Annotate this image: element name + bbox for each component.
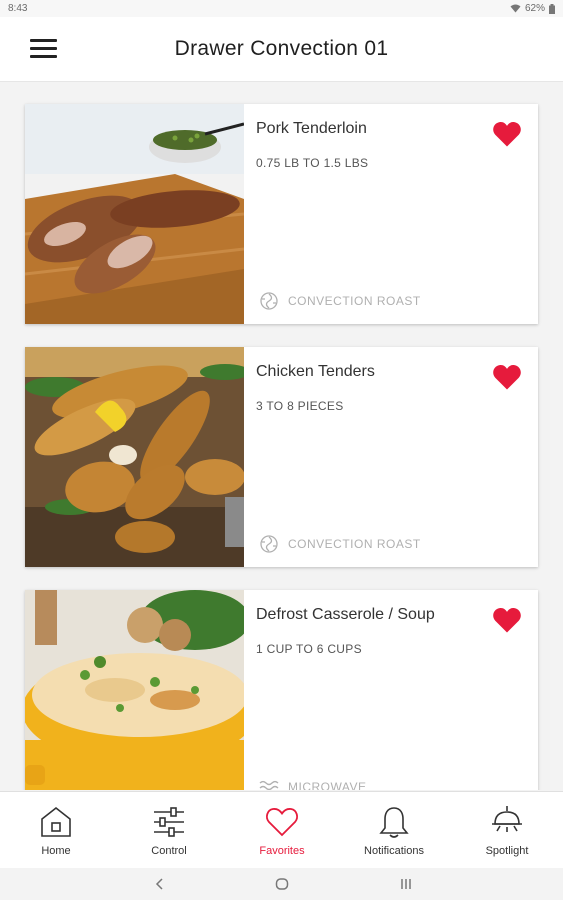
app-bar: Drawer Convection 01 bbox=[0, 17, 563, 82]
recipe-card[interactable]: Pork Tenderloin 0.75 LB TO 1.5 LBS CONVE… bbox=[25, 104, 538, 324]
page-title: Drawer Convection 01 bbox=[174, 37, 389, 60]
recipe-photo bbox=[25, 104, 244, 324]
cooking-mode: MICROWAVE bbox=[258, 776, 367, 790]
home-icon bbox=[41, 806, 71, 837]
recipe-name: Pork Tenderloin bbox=[256, 120, 367, 137]
favorite-heart-icon[interactable] bbox=[492, 606, 522, 634]
microwave-icon bbox=[259, 780, 279, 790]
recipe-card[interactable]: Chicken Tenders 3 TO 8 PIECES CONVECTION… bbox=[25, 347, 538, 567]
system-nav-bar bbox=[0, 868, 563, 900]
bell-icon bbox=[379, 807, 409, 838]
spotlight-icon bbox=[492, 806, 522, 832]
tab-home[interactable]: Home bbox=[0, 792, 112, 869]
cooking-mode: CONVECTION ROAST bbox=[258, 290, 421, 312]
recipe-range: 3 TO 8 PIECES bbox=[256, 399, 344, 413]
tab-label: Favorites bbox=[259, 845, 305, 857]
recipe-list[interactable]: Pork Tenderloin 0.75 LB TO 1.5 LBS CONVE… bbox=[0, 82, 563, 790]
status-time: 8:43 bbox=[8, 3, 28, 14]
recipe-name: Defrost Casserole / Soup bbox=[256, 606, 435, 623]
home-circle-icon bbox=[275, 878, 289, 890]
sliders-icon bbox=[154, 807, 184, 837]
tab-favorites[interactable]: Favorites bbox=[226, 792, 338, 869]
cooking-mode-label: CONVECTION ROAST bbox=[288, 537, 421, 551]
back-button[interactable] bbox=[140, 872, 180, 896]
convection-roast-icon bbox=[260, 292, 278, 310]
tab-spotlight[interactable]: Spotlight bbox=[451, 792, 563, 869]
bottom-tab-bar: Home Control Favorites Notifications Spo… bbox=[0, 791, 563, 869]
tab-label: Home bbox=[41, 845, 71, 857]
heart-icon bbox=[266, 808, 298, 837]
convection-roast-icon bbox=[260, 535, 278, 553]
back-icon bbox=[155, 878, 163, 890]
recipe-card[interactable]: Defrost Casserole / Soup 1 CUP TO 6 CUPS… bbox=[25, 590, 538, 790]
recipe-range: 0.75 LB TO 1.5 LBS bbox=[256, 156, 369, 170]
recents-icon bbox=[401, 879, 411, 889]
status-indicators: 62% bbox=[510, 3, 555, 14]
favorite-heart-icon[interactable] bbox=[492, 363, 522, 391]
recipe-photo bbox=[25, 347, 244, 567]
wifi-icon bbox=[510, 4, 521, 13]
tab-control[interactable]: Control bbox=[113, 792, 225, 869]
cooking-mode-label: CONVECTION ROAST bbox=[288, 294, 421, 308]
tab-label: Spotlight bbox=[485, 845, 529, 857]
battery-percent: 62% bbox=[524, 3, 545, 14]
favorite-heart-icon[interactable] bbox=[492, 120, 522, 148]
recipe-range: 1 CUP TO 6 CUPS bbox=[256, 642, 362, 656]
recipe-photo bbox=[25, 590, 244, 790]
battery-icon bbox=[549, 3, 555, 14]
tab-notifications[interactable]: Notifications bbox=[338, 792, 450, 869]
home-system-button[interactable] bbox=[262, 872, 302, 896]
cooking-mode: CONVECTION ROAST bbox=[258, 533, 421, 555]
status-bar: 8:43 62% bbox=[0, 0, 563, 17]
recents-button[interactable] bbox=[386, 872, 426, 896]
recipe-name: Chicken Tenders bbox=[256, 363, 375, 380]
cooking-mode-label: MICROWAVE bbox=[288, 780, 367, 790]
tab-label: Control bbox=[151, 845, 187, 857]
tab-label: Notifications bbox=[364, 845, 424, 857]
